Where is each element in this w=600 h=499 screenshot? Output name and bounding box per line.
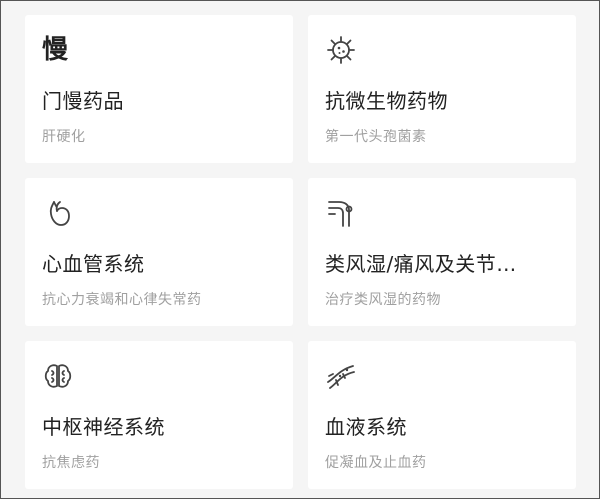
category-title: 心血管系统	[42, 252, 145, 276]
category-title: 中枢神经系统	[42, 415, 165, 439]
brain-icon	[42, 359, 76, 393]
category-title: 门慢药品	[42, 89, 124, 113]
category-subtitle: 抗心力衰竭和心律失常药	[42, 292, 202, 308]
category-subtitle: 治疗类风湿的药物	[325, 292, 441, 308]
blood-vessel-icon	[325, 359, 359, 393]
category-card-cardiovascular[interactable]: 心血管系统 抗心力衰竭和心律失常药	[25, 178, 293, 326]
heart-icon	[42, 196, 76, 230]
category-card-chronic[interactable]: 慢 门慢药品 肝硬化	[25, 15, 293, 163]
screen-frame: 慢 门慢药品 肝硬化 抗微生物药物 第一代头孢菌素 心血管系统 抗心力衰竭和心律…	[0, 0, 600, 499]
joint-icon	[325, 196, 359, 230]
category-subtitle: 第一代头孢菌素	[325, 129, 427, 145]
bacteria-icon	[325, 33, 359, 67]
chronic-char-icon: 慢	[42, 35, 69, 65]
category-title: 抗微生物药物	[325, 89, 448, 113]
category-title: 血液系统	[325, 415, 407, 439]
category-title: 类风湿/痛风及关节…	[325, 252, 517, 276]
category-card-blood[interactable]: 血液系统 促凝血及止血药	[308, 341, 576, 489]
category-grid: 慢 门慢药品 肝硬化 抗微生物药物 第一代头孢菌素 心血管系统 抗心力衰竭和心律…	[25, 15, 576, 489]
category-subtitle: 抗焦虑药	[42, 455, 100, 471]
category-card-rheumatism[interactable]: 类风湿/痛风及关节… 治疗类风湿的药物	[308, 178, 576, 326]
category-card-antimicrobial[interactable]: 抗微生物药物 第一代头孢菌素	[308, 15, 576, 163]
category-card-cns[interactable]: 中枢神经系统 抗焦虑药	[25, 341, 293, 489]
category-subtitle: 肝硬化	[42, 129, 86, 145]
category-subtitle: 促凝血及止血药	[325, 455, 427, 471]
